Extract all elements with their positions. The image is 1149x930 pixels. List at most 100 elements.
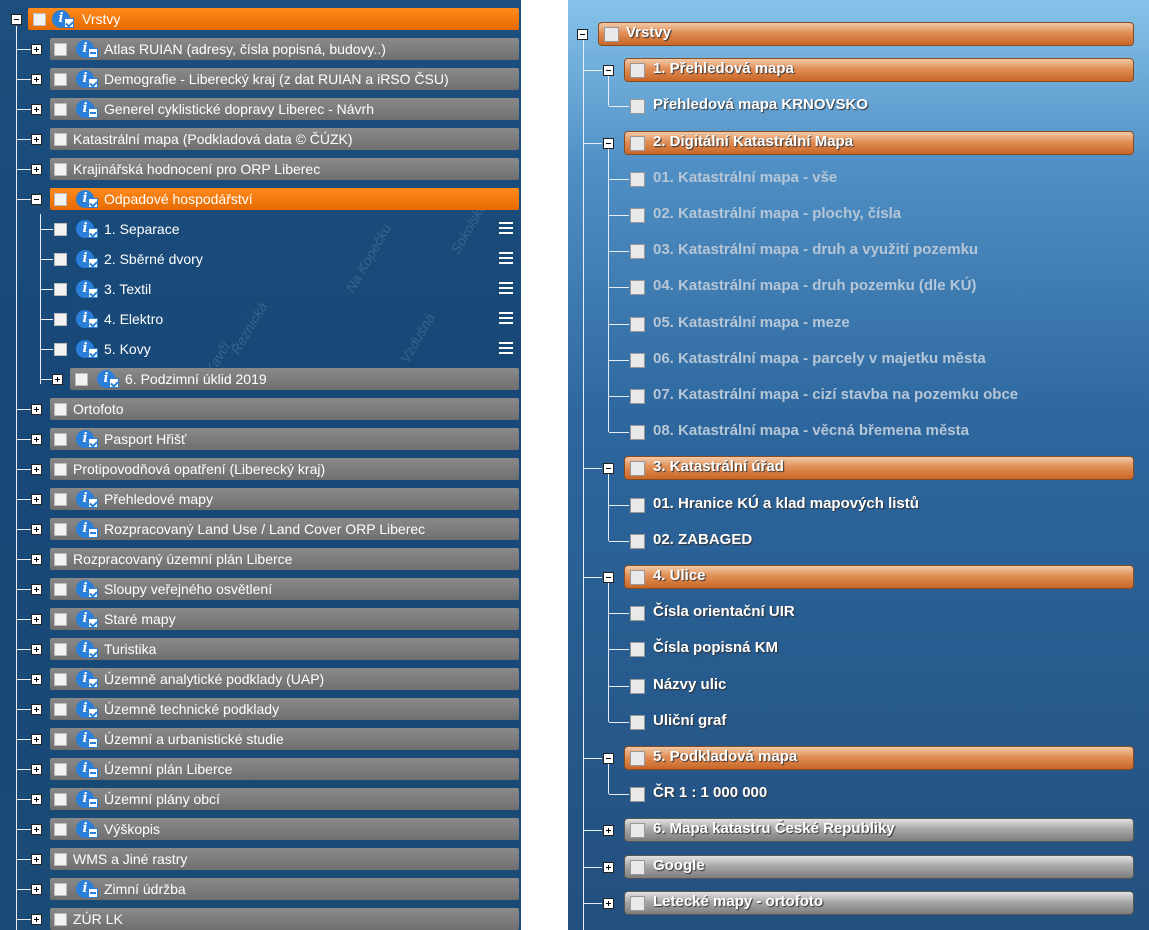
- layer-checkbox[interactable]: [54, 673, 67, 686]
- layer-checkbox[interactable]: [630, 606, 645, 622]
- expand-toggle[interactable]: [603, 897, 614, 909]
- expand-toggle[interactable]: [31, 674, 42, 685]
- info-icon[interactable]: i: [76, 310, 98, 328]
- collapse-toggle[interactable]: [31, 194, 42, 205]
- layer-checkbox[interactable]: [54, 643, 67, 656]
- layer-checkbox[interactable]: [54, 253, 67, 266]
- layer-checkbox[interactable]: [630, 208, 645, 223]
- info-icon[interactable]: i: [76, 790, 98, 808]
- layer-checkbox[interactable]: [630, 497, 645, 513]
- layer-checkbox[interactable]: [630, 859, 645, 875]
- expand-toggle[interactable]: [603, 825, 614, 837]
- layer-checkbox[interactable]: [54, 763, 67, 776]
- expand-toggle[interactable]: [31, 764, 42, 775]
- info-icon[interactable]: i: [76, 520, 98, 538]
- layer-checkbox[interactable]: [33, 13, 46, 26]
- collapse-toggle[interactable]: [11, 14, 22, 25]
- layer-checkbox[interactable]: [630, 425, 645, 441]
- layer-checkbox[interactable]: [630, 642, 645, 658]
- expand-toggle[interactable]: [31, 434, 42, 445]
- layer-checkbox[interactable]: [630, 171, 645, 187]
- layer-checkbox[interactable]: [630, 570, 645, 585]
- info-icon[interactable]: i: [76, 490, 98, 508]
- collapse-toggle[interactable]: [603, 753, 614, 764]
- expand-toggle[interactable]: [603, 861, 614, 873]
- info-icon[interactable]: i: [97, 370, 119, 388]
- info-icon[interactable]: i: [76, 820, 98, 838]
- layer-checkbox[interactable]: [54, 583, 67, 596]
- collapse-toggle[interactable]: [603, 463, 614, 475]
- layer-checkbox[interactable]: [630, 787, 645, 803]
- expand-toggle[interactable]: [31, 614, 42, 625]
- info-icon[interactable]: i: [76, 250, 98, 268]
- info-icon[interactable]: i: [76, 70, 98, 88]
- collapse-toggle[interactable]: [603, 137, 614, 149]
- info-icon[interactable]: i: [76, 220, 98, 238]
- expand-toggle[interactable]: [31, 734, 42, 745]
- expand-toggle[interactable]: [31, 44, 42, 55]
- expand-toggle[interactable]: [31, 74, 42, 85]
- info-icon[interactable]: i: [76, 880, 98, 898]
- layer-checkbox[interactable]: [54, 613, 67, 626]
- info-icon[interactable]: i: [76, 700, 98, 718]
- menu-icon[interactable]: [499, 222, 513, 235]
- layer-checkbox[interactable]: [630, 352, 645, 368]
- layer-checkbox[interactable]: [630, 678, 645, 694]
- menu-icon[interactable]: [499, 282, 513, 295]
- layer-checkbox[interactable]: [54, 343, 67, 356]
- layer-checkbox[interactable]: [630, 533, 645, 549]
- layer-checkbox[interactable]: [630, 461, 645, 477]
- info-icon[interactable]: i: [76, 640, 98, 658]
- layer-checkbox[interactable]: [54, 523, 67, 536]
- layer-checkbox[interactable]: [54, 193, 67, 206]
- layer-checkbox[interactable]: [54, 403, 67, 416]
- collapse-toggle[interactable]: [603, 572, 614, 583]
- info-icon[interactable]: i: [76, 730, 98, 748]
- expand-toggle[interactable]: [31, 134, 42, 145]
- expand-toggle[interactable]: [31, 404, 42, 415]
- layer-checkbox[interactable]: [54, 883, 67, 896]
- expand-toggle[interactable]: [31, 104, 42, 115]
- expand-toggle[interactable]: [31, 644, 42, 655]
- expand-toggle[interactable]: [31, 494, 42, 505]
- layer-checkbox[interactable]: [54, 793, 67, 806]
- layer-checkbox[interactable]: [604, 27, 619, 42]
- expand-toggle[interactable]: [31, 704, 42, 715]
- info-icon[interactable]: i: [76, 610, 98, 628]
- layer-checkbox[interactable]: [54, 913, 67, 926]
- layer-checkbox[interactable]: [54, 223, 67, 236]
- layer-checkbox[interactable]: [630, 280, 645, 296]
- layer-checkbox[interactable]: [630, 895, 645, 911]
- collapse-toggle[interactable]: [603, 65, 614, 77]
- layer-checkbox[interactable]: [54, 433, 67, 446]
- info-icon[interactable]: i: [76, 430, 98, 448]
- info-icon[interactable]: i: [76, 100, 98, 118]
- layer-checkbox[interactable]: [630, 244, 645, 260]
- layer-checkbox[interactable]: [630, 135, 645, 151]
- layer-checkbox[interactable]: [54, 133, 67, 146]
- layer-checkbox[interactable]: [54, 493, 67, 506]
- expand-toggle[interactable]: [31, 584, 42, 595]
- expand-toggle[interactable]: [31, 854, 42, 865]
- expand-toggle[interactable]: [31, 914, 42, 925]
- expand-toggle[interactable]: [31, 554, 42, 565]
- expand-toggle[interactable]: [31, 794, 42, 805]
- expand-toggle[interactable]: [52, 374, 63, 385]
- layer-checkbox[interactable]: [54, 703, 67, 716]
- layer-checkbox[interactable]: [54, 823, 67, 836]
- info-icon[interactable]: i: [76, 760, 98, 778]
- layer-checkbox[interactable]: [54, 73, 67, 86]
- info-icon[interactable]: i: [76, 580, 98, 598]
- expand-toggle[interactable]: [31, 884, 42, 895]
- collapse-toggle[interactable]: [577, 29, 588, 40]
- info-icon[interactable]: i: [76, 280, 98, 298]
- menu-icon[interactable]: [499, 252, 513, 265]
- layer-checkbox[interactable]: [630, 751, 645, 766]
- info-icon[interactable]: i: [76, 340, 98, 358]
- layer-checkbox[interactable]: [630, 316, 645, 332]
- menu-icon[interactable]: [499, 312, 513, 325]
- layer-checkbox[interactable]: [54, 43, 67, 56]
- layer-checkbox[interactable]: [630, 714, 645, 730]
- menu-icon[interactable]: [499, 342, 513, 355]
- layer-checkbox[interactable]: [630, 99, 645, 115]
